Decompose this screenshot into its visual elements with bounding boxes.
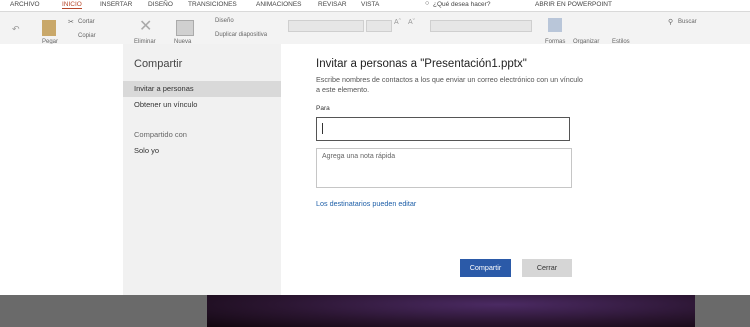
tab-archivo[interactable]: ARCHIVO [10,1,40,8]
tab-insertar[interactable]: INSERTAR [100,1,132,8]
shared-with-value: Solo yo [134,146,160,155]
nav-invite-people-label: Invitar a personas [134,84,194,93]
quick-note-input[interactable] [316,148,572,188]
tab-transiciones[interactable]: TRANSICIONES [188,1,237,8]
new-slide-icon[interactable] [176,20,194,36]
paste-icon[interactable] [42,20,56,36]
nav-invite-people[interactable]: Invitar a personas [123,81,281,97]
paragraph-tools[interactable] [430,20,532,32]
text-cursor [322,123,323,134]
shapes-icon[interactable] [548,18,562,32]
undo-icon[interactable]: ↶ [12,24,20,35]
tab-diseno[interactable]: DISEÑO [148,1,173,8]
tab-animaciones[interactable]: ANIMACIONES [256,1,302,8]
search-button[interactable]: Buscar [678,19,697,25]
nav-get-link[interactable]: Obtener un vínculo [123,97,281,113]
nav-get-link-label: Obtener un vínculo [134,100,198,109]
sidebar-title: Compartir [134,58,183,70]
cut-button[interactable]: Cortar [78,19,95,25]
font-grow-icon[interactable]: Aˆ [394,19,401,26]
delete-slide-icon[interactable]: ✕ [139,16,152,36]
duplicate-slide-button[interactable]: Duplicar diapositiva [215,32,267,38]
tab-revisar[interactable]: REVISAR [318,1,347,8]
recipients-can-edit-link[interactable]: Los destinatarios pueden editar [316,199,416,208]
shared-with-heading: Compartido con [134,130,187,139]
tell-me-search[interactable]: ¿Qué desea hacer? [433,1,490,8]
to-label: Para [316,105,330,112]
font-shrink-icon[interactable]: Aˇ [408,19,415,26]
slide-preview [207,295,695,327]
search-icon[interactable]: ⚲ [668,18,673,26]
font-family-select[interactable] [288,20,364,32]
share-button[interactable]: Compartir [460,259,511,277]
close-button[interactable]: Cerrar [522,259,572,277]
share-dialog: Compartir Invitar a personas Obtener un … [0,44,750,295]
tab-inicio[interactable]: INICIO [62,1,82,9]
layout-button[interactable]: Diseño [215,18,234,24]
dialog-title: Invitar a personas a "Presentación1.pptx… [316,58,527,70]
copy-button[interactable]: Copiar [78,33,96,39]
lightbulb-icon: ○ [425,0,430,7]
open-in-powerpoint-link[interactable]: ABRIR EN POWERPOINT [535,1,612,8]
ribbon-tabs: ARCHIVO INICIO INSERTAR DISEÑO TRANSICIO… [0,0,750,12]
tab-vista[interactable]: VISTA [361,1,379,8]
dialog-description: Escribe nombres de contactos a los que e… [316,75,583,94]
share-sidebar: Compartir Invitar a personas Obtener un … [123,44,281,295]
ribbon-commands: ↶ Pegar ✂ Cortar Copiar ✕ Eliminar Nueva… [0,12,750,48]
recipients-input[interactable] [316,117,570,141]
font-size-select[interactable] [366,20,392,32]
cut-icon[interactable]: ✂ [68,18,74,26]
